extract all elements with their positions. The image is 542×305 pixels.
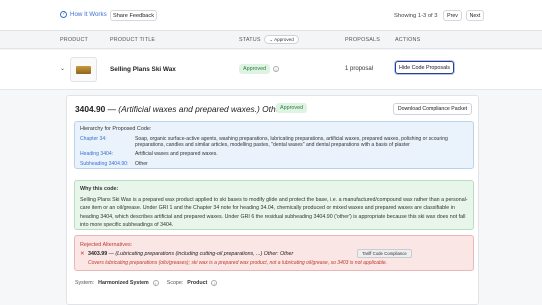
hierarchy-label: Subheading 3404.90: (80, 161, 129, 167)
scope-value: Product (187, 280, 208, 286)
col-product-title: PRODUCT TITLE (110, 37, 156, 43)
info-icon[interactable]: i (152, 280, 159, 286)
col-actions: ACTIONS (395, 37, 421, 43)
pagination-status: Showing 1-3 of 3 (394, 13, 438, 19)
hierarchy-box: Hierarchy for Proposed Code: Chapter 34:… (74, 121, 474, 169)
rejected-alternatives-box: Rejected Alternatives: ✕ 3403.99 — (Lubr… (74, 235, 474, 271)
status-filter[interactable]: ⌄ Approved (264, 35, 299, 44)
why-title: Why this code: (80, 186, 119, 192)
proposals-count: 1 proposal (345, 66, 374, 72)
status-filter-value: Approved (274, 37, 294, 42)
next-button[interactable]: Next (466, 10, 484, 21)
hs-code-description: — (Artificial waxes and prepared waxes.)… (107, 104, 284, 114)
rejected-code-desc: — (Lubricating preparations (including c… (108, 251, 294, 257)
system-value: Harmonized System (98, 280, 149, 286)
x-icon: ✕ (80, 251, 85, 257)
table-row: ⌄ Selling Plans Ski Wax Approved i 1 pro… (0, 50, 542, 90)
info-icon[interactable]: i (211, 280, 218, 286)
why-text: Selling Plans Ski Wax is a prepared wax … (80, 197, 468, 228)
share-feedback-button[interactable]: Share Feedback (110, 10, 157, 21)
hierarchy-value: Artificial waxes and prepared waxes. (135, 151, 218, 157)
hide-code-proposals-button[interactable]: Hide Code Proposals (395, 61, 454, 74)
how-it-works-link[interactable]: ? How It Works (60, 11, 107, 18)
hierarchy-row: Heading 3404: Artificial waxes and prepa… (80, 151, 470, 158)
how-it-works-label: How It Works (70, 11, 107, 18)
rejected-code: 3403.99 — (Lubricating preparations (inc… (88, 251, 293, 257)
rejected-reason: Covers lubricating preparations (oils/gr… (88, 260, 388, 266)
why-this-code-box: Why this code: Selling Plans Ski Wax is … (74, 180, 474, 230)
hierarchy-row: Chapter 34: Soap, organic surface-active… (80, 136, 470, 150)
rejected-code-number: 3403.99 (88, 251, 108, 257)
top-bar: ? How It Works Share Feedback Showing 1-… (0, 0, 542, 30)
hierarchy-row: Subheading 3404.90: Other (80, 161, 470, 168)
hierarchy-value: Other (135, 161, 148, 167)
col-proposals: PROPOSALS (345, 37, 381, 43)
collapse-chevron-icon[interactable]: ⌄ (60, 65, 65, 72)
product-thumbnail (70, 57, 97, 82)
hierarchy-label: Heading 3404: (80, 151, 114, 157)
product-title: Selling Plans Ski Wax (110, 66, 176, 73)
hs-code: 3404.90 (75, 104, 106, 114)
prev-button[interactable]: Prev (443, 10, 462, 21)
download-compliance-packet-button[interactable]: Download Compliance Packet (393, 103, 472, 115)
rejected-title: Rejected Alternatives: (80, 242, 133, 248)
table-header: PRODUCT PRODUCT TITLE STATUS ⌄ Approved … (0, 30, 542, 49)
col-product: PRODUCT (60, 37, 89, 43)
hierarchy-title: Hierarchy for Proposed Code: (80, 126, 152, 132)
tooltip: Tariff Code Compliance (357, 249, 412, 258)
app: ? How It Works Share Feedback Showing 1-… (0, 0, 542, 305)
code-proposal-panel: 3404.90 — (Artificial waxes and prepared… (66, 95, 479, 305)
hierarchy-label: Chapter 34: (80, 136, 107, 142)
proposal-heading: 3404.90 — (Artificial waxes and prepared… (75, 104, 283, 114)
hierarchy-value: Soap, organic surface-active agents, was… (135, 136, 448, 149)
system-label: System: (75, 280, 95, 286)
col-status: STATUS (239, 37, 261, 43)
question-icon: ? (60, 11, 67, 18)
wax-bar-image (76, 65, 91, 74)
scope-label: Scope: (166, 280, 184, 286)
status-badge: Approved (239, 64, 271, 74)
classification-meta: System: Harmonized System i Scope: Produ… (75, 280, 218, 286)
info-icon[interactable]: i (273, 66, 279, 72)
chevron-down-icon: ⌄ (269, 36, 274, 42)
proposal-status-badge: Approved (276, 103, 308, 113)
